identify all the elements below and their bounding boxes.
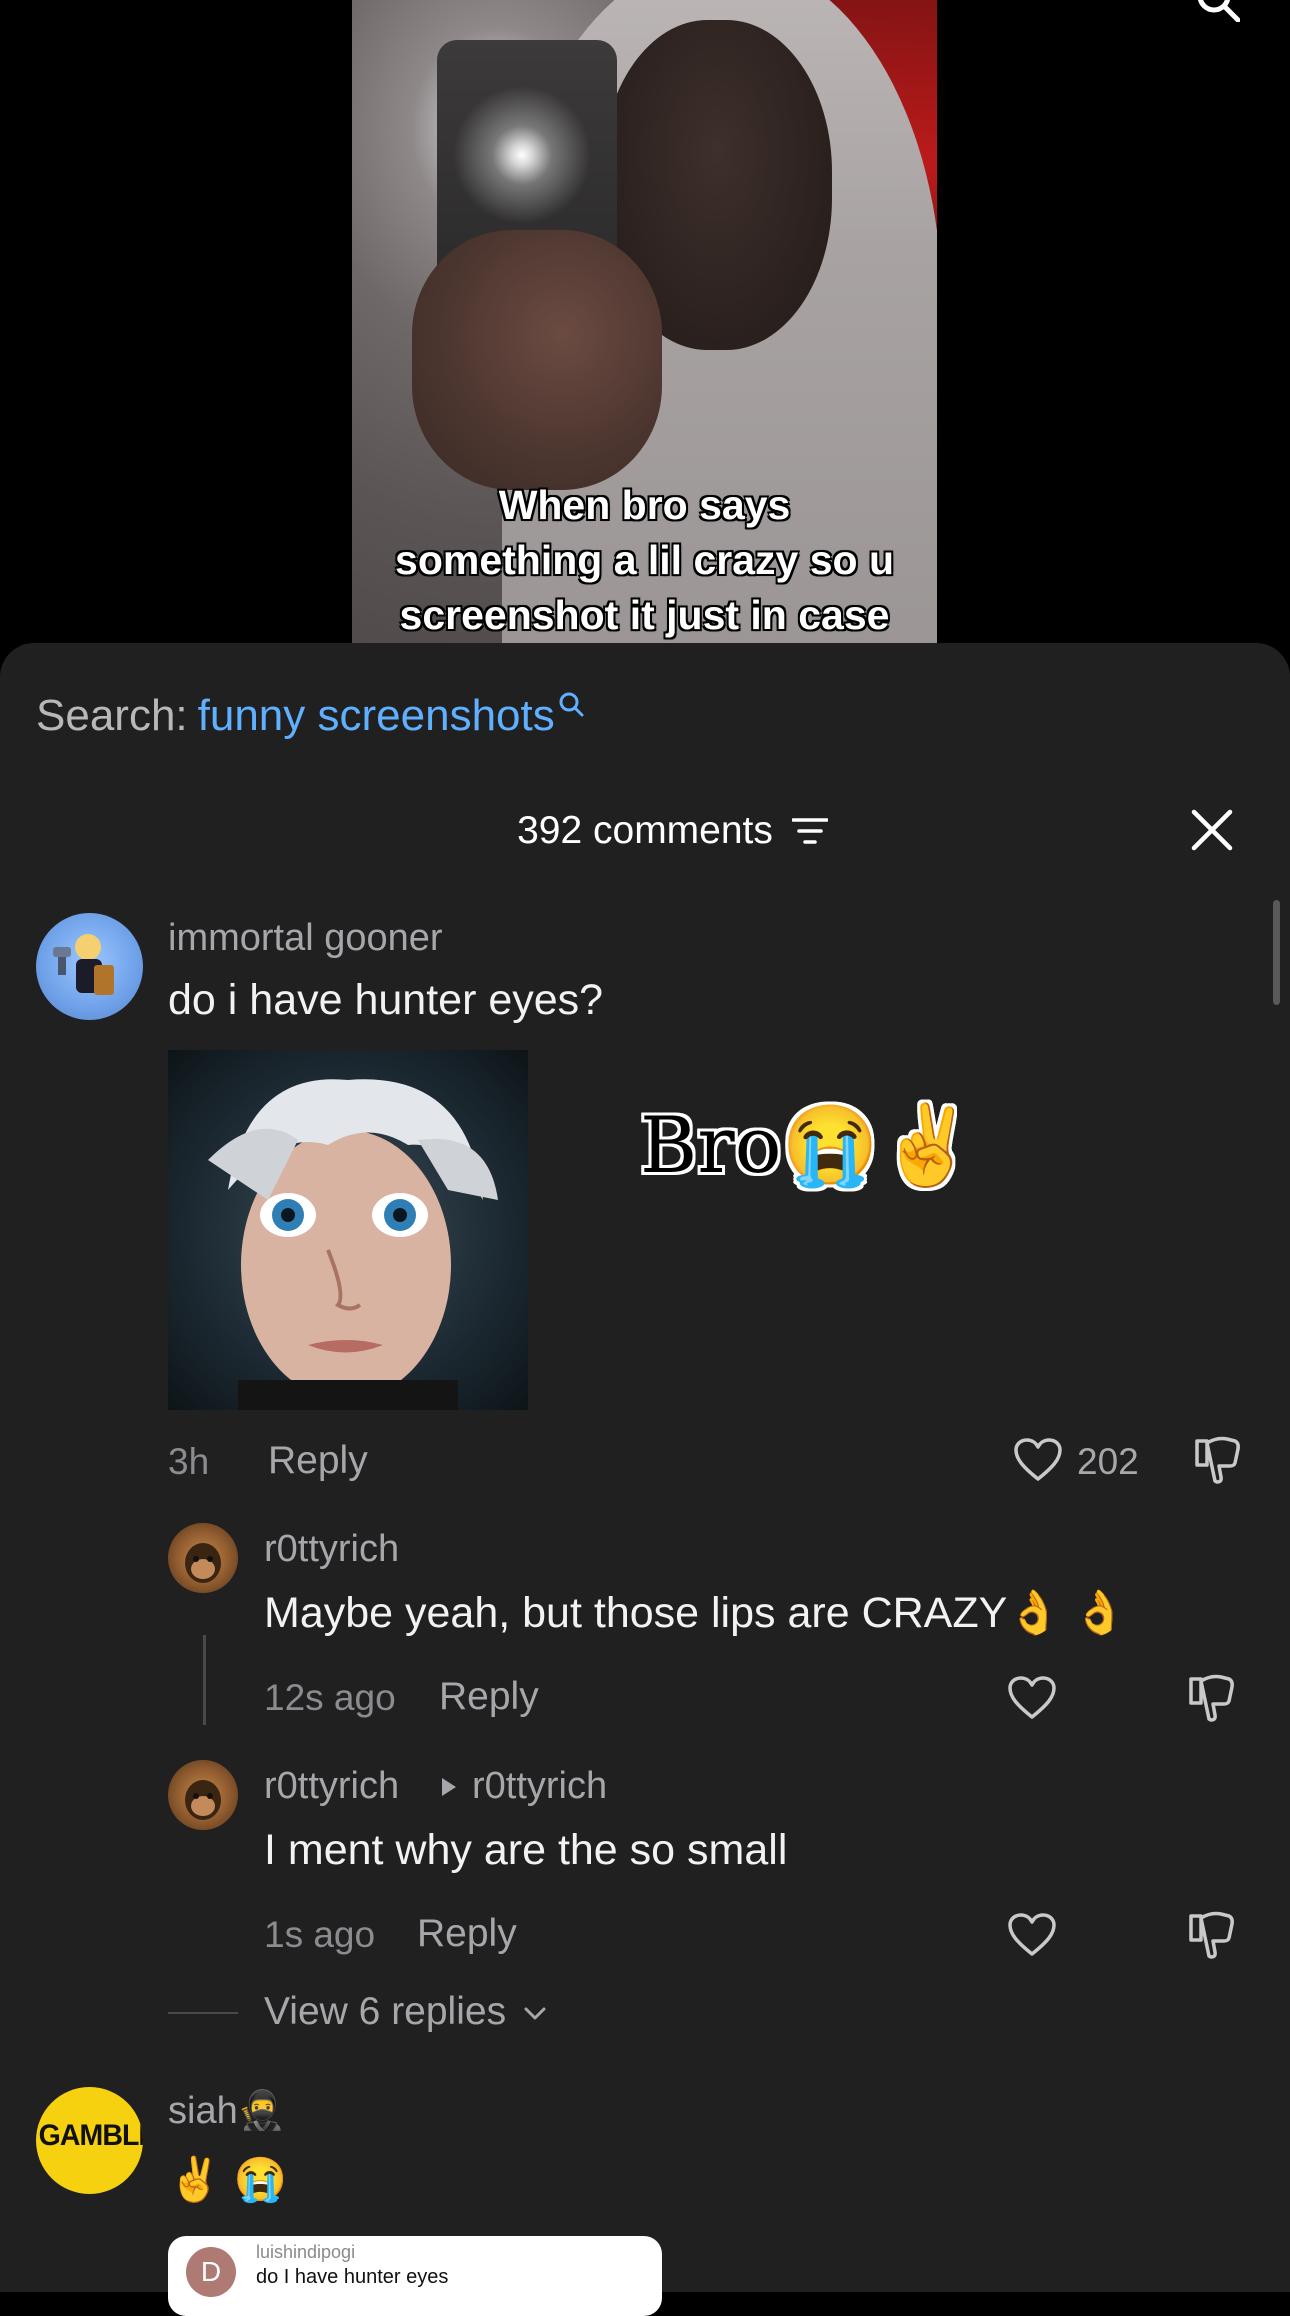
reply-button[interactable]: Reply <box>439 1675 539 1719</box>
reply-text: Maybe yeah, but those lips are CRAZY👌 👌 <box>264 1589 1127 1637</box>
view-replies-line <box>168 2012 238 2014</box>
quoted-username: luishindipogi <box>256 2242 356 2262</box>
reply-avatar[interactable] <box>168 1760 238 1830</box>
quoted-avatar: D <box>186 2247 236 2297</box>
comment-text: do i have hunter eyes? <box>168 976 604 1024</box>
portrait-image <box>208 1079 498 1410</box>
avatar-illustration <box>53 934 114 995</box>
reply-text: I ment why are the so small <box>264 1826 788 1874</box>
search-icon[interactable] <box>1196 0 1240 22</box>
chevron-down-icon <box>524 2007 546 2020</box>
search-prefix: Search: <box>36 691 188 740</box>
reply-to-username[interactable]: r0ttyrich <box>472 1763 607 1809</box>
search-icon <box>559 692 584 717</box>
orangutan-avatar <box>185 1543 221 1583</box>
heart-icon[interactable] <box>1013 1437 1063 1483</box>
view-replies-label: View 6 replies <box>264 1990 507 2033</box>
avatar-text: GAMBLING <box>38 2119 143 2152</box>
like-count: 202 <box>1077 1441 1139 1482</box>
reply-time: 1s ago <box>264 1914 376 1955</box>
close-icon[interactable] <box>1189 807 1235 853</box>
view-replies-button[interactable]: View 6 replies <box>264 1990 547 2034</box>
hand <box>412 230 662 490</box>
reply-username[interactable]: r0ttyrich <box>264 1763 399 1809</box>
video-player[interactable]: When bro says something a lil crazy so u… <box>352 0 937 645</box>
related-search[interactable]: Search: funny screenshots <box>36 688 585 744</box>
heart-icon[interactable] <box>1007 1912 1057 1958</box>
thumbs-down-icon[interactable] <box>1193 1435 1241 1485</box>
comment-time: 3h <box>168 1441 210 1482</box>
sticker-text: Bro😭✌️ <box>640 1101 976 1191</box>
heart-icon[interactable] <box>1007 1675 1057 1721</box>
reply-time: 12s ago <box>264 1677 396 1718</box>
quoted-text: do I have hunter eyes <box>256 2266 449 2288</box>
reply-button[interactable]: Reply <box>417 1912 517 1956</box>
reply-button[interactable]: Reply <box>268 1439 368 1483</box>
reply-username[interactable]: r0ttyrich <box>264 1526 399 1572</box>
comment-image[interactable] <box>168 1050 528 1410</box>
avatar[interactable]: GAMBLING <box>36 2087 143 2194</box>
thumbs-down-icon[interactable] <box>1187 1673 1235 1723</box>
thumbs-down-icon[interactable] <box>1187 1910 1235 1960</box>
comment-text: ✌️ 😭 <box>168 2156 288 2204</box>
play-arrow-icon <box>442 1778 456 1796</box>
filter-icon[interactable] <box>792 817 828 845</box>
reply-avatar[interactable] <box>168 1523 238 1593</box>
video-caption: When bro says something a lil crazy so u… <box>395 482 894 638</box>
comment-username[interactable]: siah🥷 <box>168 2088 285 2134</box>
orangutan-avatar <box>185 1780 221 1820</box>
comments-count-title: 392 comments <box>517 809 773 852</box>
camera-flash <box>447 80 597 230</box>
comment-username[interactable]: immortal gooner <box>168 915 443 961</box>
search-term-link[interactable]: funny screenshots <box>198 691 555 740</box>
avatar[interactable] <box>36 913 143 1020</box>
scrollbar[interactable] <box>1273 900 1280 1005</box>
thread-line <box>203 1635 206 1725</box>
